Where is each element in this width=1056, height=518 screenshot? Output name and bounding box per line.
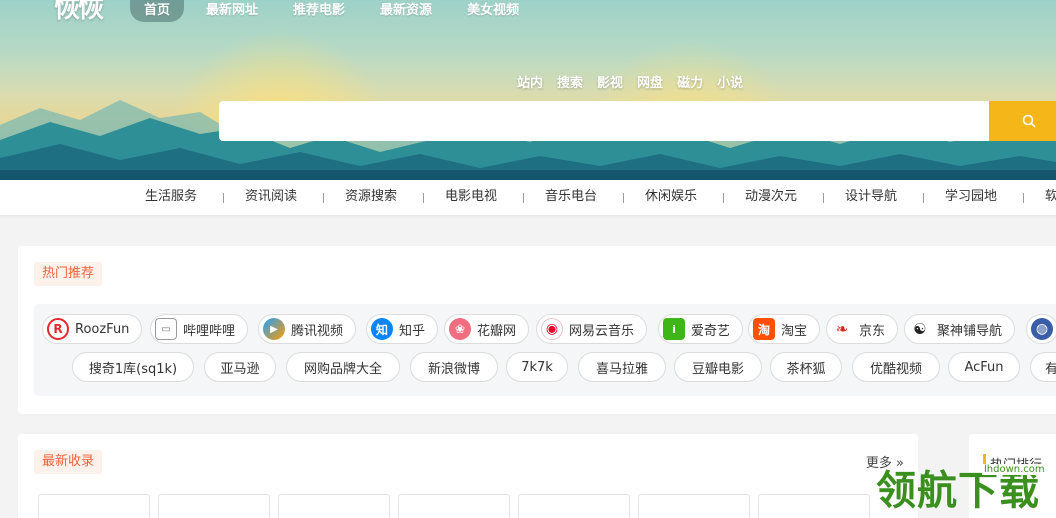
- link-label: 京东: [859, 323, 886, 339]
- search-tab-netdisk[interactable]: 网盘: [637, 72, 663, 91]
- category-software[interactable]: 软: [1045, 180, 1056, 216]
- site-card[interactable]: [638, 494, 750, 518]
- category-bar: 生活服务 资讯阅读 资源搜索 电影电视 音乐电台 休闲娱乐 动漫次元 设计导航 …: [0, 180, 1056, 216]
- taobao-logo-icon: 淘: [753, 318, 775, 340]
- zhihu-logo-icon: 知: [371, 318, 393, 340]
- link-huaban[interactable]: ❀ 花瓣网: [444, 314, 530, 344]
- nav-home[interactable]: 首页: [130, 0, 185, 22]
- category-news-reading[interactable]: 资讯阅读: [245, 180, 297, 216]
- hot-links-area: R RoozFun ▭ 哔哩哔哩 ▶ 腾讯视频 知 知乎 ❀ 花瓣网 ◉ 网易云…: [34, 304, 1056, 396]
- category-divider: [823, 193, 824, 203]
- latest-section-title: 最新收录: [34, 450, 103, 474]
- link-sina-weibo[interactable]: 新浪微博: [410, 352, 498, 382]
- site-watermark: 领航下载 lhdown.com: [876, 444, 1056, 518]
- link-shopping-brands[interactable]: 网购品牌大全: [286, 352, 400, 382]
- site-card[interactable]: [158, 494, 270, 518]
- watermark-url: lhdown.com: [982, 464, 1047, 475]
- category-music-radio[interactable]: 音乐电台: [545, 180, 597, 216]
- category-anime[interactable]: 动漫次元: [745, 180, 797, 216]
- jd-dog-icon: ❧: [831, 318, 853, 340]
- link-ximalaya[interactable]: 喜马拉雅: [578, 352, 666, 382]
- category-resource-search[interactable]: 资源搜索: [345, 180, 397, 216]
- search-tab-site[interactable]: 站内: [517, 72, 543, 91]
- link-globe[interactable]: ◍: [1026, 314, 1056, 344]
- link-label: 知乎: [399, 323, 426, 339]
- link-netease-music[interactable]: ◉ 网易云音乐: [536, 314, 648, 344]
- category-divider: [723, 193, 724, 203]
- nav-latest-resources[interactable]: 最新资源: [380, 0, 432, 22]
- link-label: 淘宝: [781, 323, 808, 339]
- link-label: 爱奇艺: [691, 323, 731, 339]
- globe-icon: ◍: [1031, 318, 1053, 340]
- link-jd[interactable]: ❧ 京东: [826, 314, 899, 344]
- site-card[interactable]: [398, 494, 510, 518]
- category-design-nav[interactable]: 设计导航: [845, 180, 897, 216]
- link-label: RoozFun: [75, 321, 130, 337]
- category-divider: [323, 193, 324, 203]
- link-bilibili[interactable]: ▭ 哔哩哔哩: [150, 314, 249, 344]
- top-navigation: 首页 最新网址 推荐电影 最新资源 美女视频: [130, 0, 554, 22]
- link-label: 花瓣网: [477, 323, 517, 339]
- search-button[interactable]: [989, 101, 1056, 141]
- iqiyi-logo-icon: i: [663, 318, 685, 340]
- category-movies-tv[interactable]: 电影电视: [445, 180, 497, 216]
- huaban-petal-icon: ❀: [449, 318, 471, 340]
- site-logo[interactable]: 恢恢: [54, 0, 114, 24]
- latest-added-panel: 最新收录 更多 »: [18, 434, 918, 518]
- link-iqiyi[interactable]: i 爱奇艺: [658, 314, 744, 344]
- link-acfun[interactable]: AcFun: [948, 352, 1020, 382]
- link-roozfun[interactable]: R RoozFun: [42, 314, 143, 344]
- search-input[interactable]: [219, 101, 989, 141]
- nav-latest-sites[interactable]: 最新网址: [206, 0, 258, 22]
- category-divider: [423, 193, 424, 203]
- site-card[interactable]: [518, 494, 630, 518]
- link-taobao[interactable]: 淘 淘宝: [748, 314, 821, 344]
- site-card[interactable]: [38, 494, 150, 518]
- link-amazon[interactable]: 亚马逊: [204, 352, 276, 382]
- tencent-video-play-icon: ▶: [263, 318, 285, 340]
- link-label: 哔哩哔哩: [183, 323, 236, 339]
- bilibili-tv-icon: ▭: [155, 318, 177, 340]
- hot-recommendations-panel: 热门推荐 R RoozFun ▭ 哔哩哔哩 ▶ 腾讯视频 知 知乎 ❀ 花瓣网 …: [18, 246, 1056, 414]
- roozfun-logo-icon: R: [47, 318, 69, 340]
- link-7k7k[interactable]: 7k7k: [506, 352, 568, 382]
- link-label: 网易云音乐: [569, 323, 635, 339]
- category-divider: [923, 193, 924, 203]
- category-learning[interactable]: 学习园地: [945, 180, 997, 216]
- search-tab-magnet[interactable]: 磁力: [677, 72, 703, 91]
- link-jushenpu[interactable]: ☯ 聚神铺导航: [904, 314, 1016, 344]
- netease-music-icon: ◉: [541, 318, 563, 340]
- link-label: 腾讯视频: [291, 323, 344, 339]
- link-zhihu[interactable]: 知 知乎: [366, 314, 439, 344]
- search-tab-novel[interactable]: 小说: [717, 72, 743, 91]
- search-tab-search[interactable]: 搜索: [557, 72, 583, 91]
- link-youku[interactable]: 优酷视频: [852, 352, 940, 382]
- link-sq1k[interactable]: 搜奇1库(sq1k): [72, 352, 194, 382]
- link-more-partial[interactable]: 有: [1030, 352, 1056, 382]
- link-label: 聚神铺导航: [937, 323, 1003, 339]
- site-card[interactable]: [758, 494, 870, 518]
- category-leisure[interactable]: 休闲娱乐: [645, 180, 697, 216]
- category-life-services[interactable]: 生活服务: [145, 180, 197, 216]
- hero-banner: 恢恢 首页 最新网址 推荐电影 最新资源 美女视频 站内 搜索 影视 网盘 磁力…: [0, 0, 1056, 180]
- category-divider: [223, 193, 224, 203]
- jushenpu-logo-icon: ☯: [909, 318, 931, 340]
- search-type-tabs: 站内 搜索 影视 网盘 磁力 小说: [517, 72, 757, 91]
- link-chabeihu[interactable]: 茶杯狐: [770, 352, 842, 382]
- category-divider: [1023, 193, 1024, 203]
- nav-videos[interactable]: 美女视频: [467, 0, 519, 22]
- hot-section-title: 热门推荐: [34, 262, 103, 286]
- search-tab-video[interactable]: 影视: [597, 72, 623, 91]
- category-divider: [623, 193, 624, 203]
- nav-recommended-movies[interactable]: 推荐电影: [293, 0, 345, 22]
- search-icon: [1022, 114, 1036, 128]
- site-card[interactable]: [278, 494, 390, 518]
- category-divider: [523, 193, 524, 203]
- link-tencent-video[interactable]: ▶ 腾讯视频: [258, 314, 357, 344]
- link-douban-movie[interactable]: 豆瓣电影: [674, 352, 762, 382]
